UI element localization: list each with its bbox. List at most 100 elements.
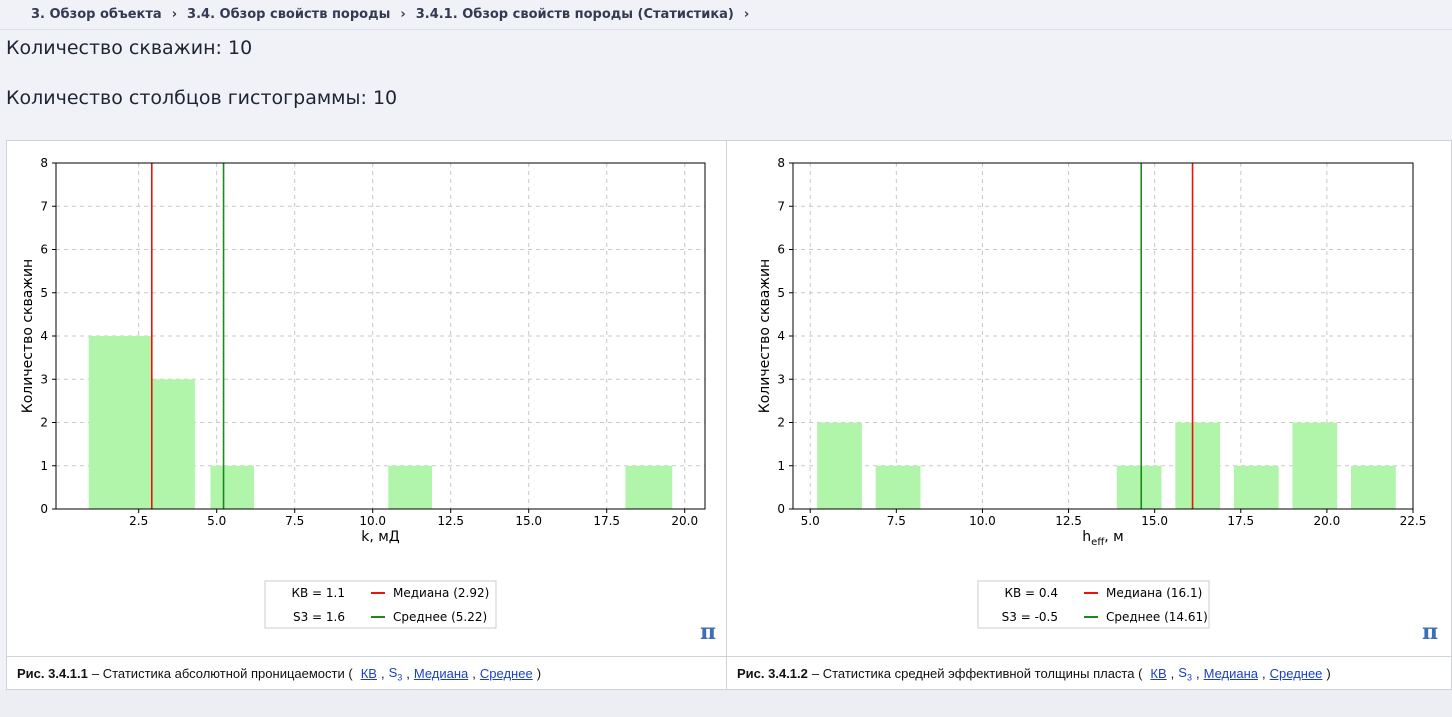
s3-letter: S xyxy=(1178,664,1187,680)
caption-text: – Статистика абсолютной проницаемости ( xyxy=(91,666,353,681)
x-tick-label: 10.0 xyxy=(969,514,996,528)
x-tick-label: 15.0 xyxy=(515,514,542,528)
figure-caption: Рис. 3.4.1.1 – Статистика абсолютной про… xyxy=(7,656,726,690)
histogram-bar xyxy=(151,379,195,509)
histogram-bar xyxy=(875,465,921,509)
x-tick-label: 10.0 xyxy=(359,514,386,528)
histogram-bar xyxy=(1292,422,1338,509)
figure-panels: 2.5 5.0 7.5 10.0 12.5 15.0 17.5 20.0 0 1 2 3 4 5 6 7 8 Ко… xyxy=(6,140,1452,690)
legend-kv: КВ = 0.4 xyxy=(1004,586,1058,600)
legend-mean-label: Среднее (14.61) xyxy=(1106,610,1208,624)
caption-close: ) xyxy=(1326,666,1331,681)
mean-link[interactable]: Среднее xyxy=(1270,666,1323,681)
x-axis-label: heff, м xyxy=(1082,529,1123,548)
legend-median-label: Медиана (16.1) xyxy=(1106,586,1202,600)
legend-kv: КВ = 1.1 xyxy=(291,586,345,600)
breadcrumb-item-rock-statistics[interactable]: 3.4.1. Обзор свойств породы (Статистика) xyxy=(416,7,734,22)
s3-label: S3 xyxy=(389,665,403,683)
x-tick-label: 7.5 xyxy=(285,514,304,528)
figure-permeability: 2.5 5.0 7.5 10.0 12.5 15.0 17.5 20.0 0 1 2 3 4 5 6 7 8 Ко… xyxy=(7,141,727,689)
y-tick-label: 1 xyxy=(777,459,785,473)
histogram-bar xyxy=(1116,465,1162,509)
wells-count: Количество скважин: 10 xyxy=(6,37,253,59)
s3-letter: S xyxy=(388,664,398,680)
figure-caption: Рис. 3.4.1.2 – Статистика средней эффект… xyxy=(727,656,1451,690)
x-tick-label: 12.5 xyxy=(437,514,464,528)
x-tick-label: 15.0 xyxy=(1141,514,1168,528)
y-tick-label: 5 xyxy=(40,286,48,300)
x-tick-label: 5.0 xyxy=(801,514,820,528)
caption-text: – Статистика средней эффективной толщины… xyxy=(811,666,1143,681)
y-tick-label: 8 xyxy=(777,156,785,170)
s3-subscript: 3 xyxy=(1186,672,1192,683)
y-tick-label: 4 xyxy=(40,329,48,343)
legend-s3: S3 = -0.5 xyxy=(1002,610,1058,624)
median-link[interactable]: Медиана xyxy=(414,666,468,681)
legend-mean-label: Среднее (5.22) xyxy=(393,610,487,624)
x-tick-label: 20.0 xyxy=(671,514,698,528)
breadcrumb-item-rock-properties[interactable]: 3.4. Обзор свойств породы xyxy=(187,7,390,22)
y-tick-label: 6 xyxy=(40,243,48,257)
s3-label: S3 xyxy=(1178,665,1192,683)
y-tick-label: 0 xyxy=(40,502,48,516)
x-tick-label: 7.5 xyxy=(887,514,906,528)
breadcrumb: 3. Обзор объекта › 3.4. Обзор свойств по… xyxy=(0,0,1452,30)
histogram-bar xyxy=(1233,465,1279,509)
y-tick-label: 8 xyxy=(40,156,48,170)
y-tick-label: 2 xyxy=(777,416,785,430)
median-link[interactable]: Медиана xyxy=(1204,666,1258,681)
y-tick-label: 3 xyxy=(777,372,785,386)
kv-link[interactable]: КВ xyxy=(361,666,377,681)
histogram-bar xyxy=(210,465,255,509)
y-tick-label: 3 xyxy=(40,372,48,386)
breadcrumb-item-object-overview[interactable]: 3. Обзор объекта xyxy=(31,7,162,22)
y-axis-label: Количество скважин xyxy=(20,259,36,413)
page-footer-background xyxy=(0,690,1452,717)
y-tick-label: 7 xyxy=(40,199,48,213)
x-tick-label: 17.5 xyxy=(1227,514,1254,528)
y-tick-label: 0 xyxy=(777,502,785,516)
figure-number: Рис. 3.4.1.1 xyxy=(17,666,88,681)
histogram-bar xyxy=(1175,422,1221,509)
figure-number: Рис. 3.4.1.2 xyxy=(737,666,808,681)
pi-icon[interactable]: π xyxy=(697,621,719,643)
permeability-histogram: 2.5 5.0 7.5 10.0 12.5 15.0 17.5 20.0 0 1 2 3 4 5 6 7 8 Ко… xyxy=(20,156,706,629)
x-tick-label: 22.5 xyxy=(1400,514,1427,528)
y-tick-label: 6 xyxy=(777,243,785,257)
figure-effective-thickness: 5.0 7.5 10.0 12.5 15.0 17.5 20.0 22.5 0 1 2 3 4 5 6 7 8 К… xyxy=(727,141,1451,689)
histogram-bar xyxy=(1351,465,1396,509)
y-tick-label: 5 xyxy=(777,286,785,300)
caption-comma: , xyxy=(380,666,385,681)
x-tick-label: 5.0 xyxy=(207,514,226,528)
legend-median-label: Медиана (2.92) xyxy=(393,586,489,600)
x-tick-label: 17.5 xyxy=(593,514,620,528)
histogram-bar xyxy=(388,465,432,509)
y-tick-label: 2 xyxy=(40,416,48,430)
y-axis-label: Количество скважин xyxy=(757,259,773,413)
caption-comma: , xyxy=(1195,666,1200,681)
y-tick-label: 1 xyxy=(40,459,48,473)
mean-link[interactable]: Среднее xyxy=(480,666,533,681)
histogram-bar xyxy=(817,422,862,509)
x-axis-label: k, мД xyxy=(361,529,400,545)
breadcrumb-separator-icon: › xyxy=(400,7,406,22)
breadcrumb-separator-icon: › xyxy=(743,7,750,22)
kv-link[interactable]: КВ xyxy=(1150,666,1166,681)
x-tick-label: 20.0 xyxy=(1314,514,1341,528)
caption-close: ) xyxy=(536,666,542,681)
histogram-bar xyxy=(625,465,673,509)
caption-comma: , xyxy=(472,666,476,681)
histogram-bins-count: Количество столбцов гистограммы: 10 xyxy=(6,87,398,109)
x-tick-label: 2.5 xyxy=(129,514,148,528)
histogram-bar xyxy=(88,336,152,509)
pi-icon[interactable]: π xyxy=(1419,621,1441,643)
s3-subscript: 3 xyxy=(397,672,403,683)
caption-comma: , xyxy=(1170,666,1175,681)
caption-comma: , xyxy=(1262,666,1266,681)
legend-s3: S3 = 1.6 xyxy=(293,610,345,624)
y-tick-label: 4 xyxy=(777,329,785,343)
effective-thickness-histogram: 5.0 7.5 10.0 12.5 15.0 17.5 20.0 22.5 0 1 2 3 4 5 6 7 8 К… xyxy=(757,156,1427,629)
caption-comma: , xyxy=(406,666,410,681)
breadcrumb-separator-icon: › xyxy=(171,7,178,22)
y-tick-label: 7 xyxy=(777,199,785,213)
